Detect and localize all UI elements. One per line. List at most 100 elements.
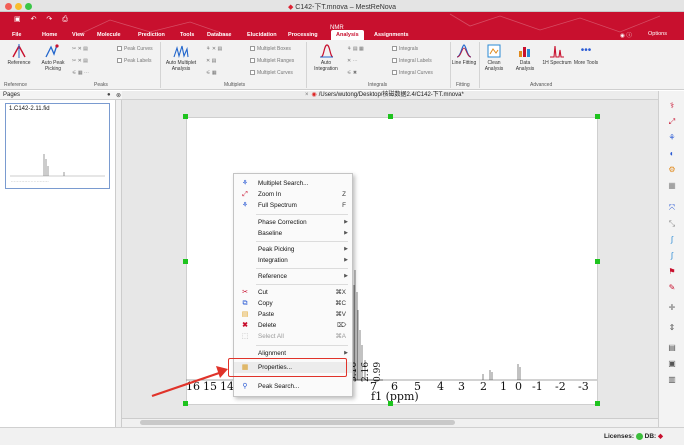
integrals-checkbox[interactable] bbox=[392, 46, 397, 52]
resize-handle-left[interactable] bbox=[183, 259, 188, 264]
horizontal-scroll-thumb[interactable] bbox=[140, 420, 455, 425]
integral-labels-toggle[interactable]: Integral Labels bbox=[392, 58, 432, 64]
integral-tools-row1[interactable]: ⚘ ▤ ▦ bbox=[347, 46, 364, 52]
crosshair-tool-icon[interactable]: ✛ bbox=[666, 303, 678, 313]
auto-multiplet-analysis-button[interactable]: Auto Multiplet Analysis bbox=[163, 44, 199, 72]
menu-item-paste[interactable]: ▤ Paste ⌘V bbox=[234, 309, 352, 320]
grid-tool-icon[interactable]: ▦ bbox=[666, 181, 678, 191]
more-tools-button[interactable]: ••• More Tools bbox=[573, 44, 599, 66]
resize-handle-right[interactable] bbox=[595, 259, 600, 264]
license-ok-icon[interactable] bbox=[635, 432, 643, 440]
integral-tools-row3[interactable]: ⚟ ✖ bbox=[347, 70, 357, 76]
integral-curves-checkbox[interactable] bbox=[392, 70, 397, 76]
tab-assignments[interactable]: Assignments bbox=[374, 30, 409, 40]
line-fitting-button[interactable]: Line Fitting bbox=[451, 44, 477, 66]
tab-analysis[interactable]: Analysis bbox=[331, 30, 364, 40]
menu-item-copy[interactable]: ⧉ Copy ⌘C bbox=[234, 298, 352, 309]
reference-button[interactable]: Reference bbox=[4, 44, 34, 66]
layout-tool-icon[interactable]: ▤ bbox=[666, 343, 678, 353]
resize-handle-top[interactable] bbox=[388, 114, 393, 119]
resize-handle-top-right[interactable] bbox=[595, 114, 600, 119]
db-icon[interactable]: ◆ bbox=[658, 433, 663, 440]
resize-handle-bottom[interactable] bbox=[388, 401, 393, 406]
axis-tick: -2 bbox=[555, 380, 566, 393]
multiplet-boxes-checkbox[interactable] bbox=[250, 46, 255, 52]
peak-tools-row2[interactable]: ✂ ✕ ▤ bbox=[72, 58, 88, 64]
multiplet-tool-icon[interactable]: ⚑ bbox=[666, 267, 678, 277]
resize-handle-top-left[interactable] bbox=[183, 114, 188, 119]
multiplet-ranges-toggle[interactable]: Multiplet Ranges bbox=[250, 58, 294, 64]
options-menu[interactable]: Options bbox=[648, 31, 667, 37]
document-tab[interactable]: × ◉/Users/wutong/Desktop/核磁数据2.4/C142-下T.… bbox=[305, 91, 464, 100]
tab-file[interactable]: File bbox=[12, 30, 21, 40]
menu-item-peak-picking[interactable]: Peak Picking ▶ bbox=[234, 244, 352, 255]
full-spectrum-tool-icon[interactable]: ⚘ bbox=[666, 133, 678, 143]
menu-item-integration[interactable]: Integration ▶ bbox=[234, 255, 352, 266]
peak-labels-toggle[interactable]: Peak Labels bbox=[117, 58, 152, 64]
multiplet-tools-row1[interactable]: ⚘ ✕ ▤ bbox=[206, 46, 222, 52]
menu-item-delete[interactable]: ✖ Delete ⌦ bbox=[234, 320, 352, 331]
menu-item-zoom-in[interactable]: ⤢ Zoom In Z bbox=[234, 189, 352, 200]
phase-tool-icon[interactable]: ◐ bbox=[666, 149, 678, 159]
zoom-tool-icon[interactable]: ⤢ bbox=[666, 117, 678, 127]
help-icon[interactable]: ◉ ⓘ bbox=[620, 31, 632, 39]
menu-item-full-spectrum[interactable]: ⚘ Full Spectrum F bbox=[234, 200, 352, 211]
h1-spectrum-button[interactable]: 1H Spectrum bbox=[542, 44, 572, 66]
peak-tools-row3[interactable]: ⚟ ▦ ⋯ bbox=[72, 70, 89, 76]
tab-prediction[interactable]: Prediction bbox=[138, 30, 165, 40]
menu-item-peak-search[interactable]: ⚲ Peak Search... bbox=[234, 381, 352, 392]
menu-item-reference[interactable]: Reference ▶ bbox=[234, 271, 352, 282]
page-thumbnail[interactable]: 1.C142-2.11.fid - - - - - - - - - - - - … bbox=[5, 103, 110, 189]
pan-tool-icon[interactable]: ⤧ bbox=[666, 203, 678, 213]
integrate-tool-icon[interactable]: ∫ bbox=[666, 235, 678, 245]
image-tool-icon[interactable]: ▣ bbox=[666, 359, 678, 369]
peak-curves-checkbox[interactable] bbox=[117, 46, 122, 52]
integrals-toggle[interactable]: Integrals bbox=[392, 46, 418, 52]
menu-item-multiplet-search[interactable]: ⚘ Multiplet Search... bbox=[234, 178, 352, 189]
clean-analysis-icon bbox=[487, 44, 501, 58]
auto-peak-picking-button[interactable]: Auto Peak Picking bbox=[36, 44, 70, 72]
menu-item-phase-correction[interactable]: Phase Correction ▶ bbox=[234, 217, 352, 228]
multiplet-curves-checkbox[interactable] bbox=[250, 70, 255, 76]
scale-tool-icon[interactable]: ⤡ bbox=[666, 219, 678, 229]
integrate-manual-tool-icon[interactable]: ∫ bbox=[666, 251, 678, 261]
menu-item-select-all[interactable]: ⬚ Select All ⌘A bbox=[234, 331, 352, 342]
peak-search-icon: ⚲ bbox=[242, 383, 248, 390]
auto-integration-button[interactable]: Auto Integration bbox=[309, 44, 343, 72]
peak-picking-icon bbox=[45, 44, 59, 58]
tab-view[interactable]: View bbox=[72, 30, 84, 40]
tab-elucidation[interactable]: Elucidation bbox=[247, 30, 277, 40]
menu-separator bbox=[256, 345, 348, 346]
multiplet-tools-row3[interactable]: ⚟ ▦ bbox=[206, 70, 217, 76]
tab-processing[interactable]: Processing bbox=[288, 30, 318, 40]
tab-database[interactable]: Database bbox=[207, 30, 231, 40]
data-analysis-button[interactable]: Data Analysis bbox=[510, 44, 540, 72]
tab-tools[interactable]: Tools bbox=[180, 30, 194, 40]
pages-close-icon[interactable]: ⊗ bbox=[116, 92, 121, 99]
menu-item-cut[interactable]: ✂ Cut ⌘X bbox=[234, 287, 352, 298]
tab-home[interactable]: Home bbox=[42, 30, 57, 40]
tab-molecule[interactable]: Molecule bbox=[97, 30, 121, 40]
peak-labels-checkbox[interactable] bbox=[117, 58, 122, 64]
close-tab-icon[interactable]: × bbox=[305, 92, 309, 98]
peak-curves-toggle[interactable]: Peak Curves bbox=[117, 46, 153, 52]
peak-tools-row1[interactable]: ✂ ✕ ▤ bbox=[72, 46, 88, 52]
menu-separator bbox=[256, 241, 348, 242]
menu-item-baseline[interactable]: Baseline ▶ bbox=[234, 228, 352, 239]
annotate-tool-icon[interactable]: ✎ bbox=[666, 283, 678, 293]
multiplet-tools-row2[interactable]: ✕ ▤ bbox=[206, 58, 216, 64]
multiplet-curves-toggle[interactable]: Multiplet Curves bbox=[250, 70, 293, 76]
integral-labels-checkbox[interactable] bbox=[392, 58, 397, 64]
resize-handle-bottom-left[interactable] bbox=[183, 401, 188, 406]
ruler-tool-icon[interactable]: ⇕ bbox=[666, 323, 678, 333]
integral-tools-row2[interactable]: ✕ ⋯ bbox=[347, 58, 358, 64]
chart-tool-icon[interactable]: ▥ bbox=[666, 375, 678, 385]
integral-curves-toggle[interactable]: Integral Curves bbox=[392, 70, 433, 76]
resize-handle-bottom-right[interactable] bbox=[595, 401, 600, 406]
pages-options-icon[interactable]: ● bbox=[107, 92, 111, 98]
multiplet-ranges-checkbox[interactable] bbox=[250, 58, 255, 64]
multiplet-boxes-toggle[interactable]: Multiplet Boxes bbox=[250, 46, 291, 52]
clean-analysis-button[interactable]: Clean Analysis bbox=[481, 44, 507, 72]
baseline-tool-icon[interactable]: ⚙ bbox=[666, 165, 678, 175]
peak-pick-tool-icon[interactable]: ⚕ bbox=[666, 101, 678, 111]
